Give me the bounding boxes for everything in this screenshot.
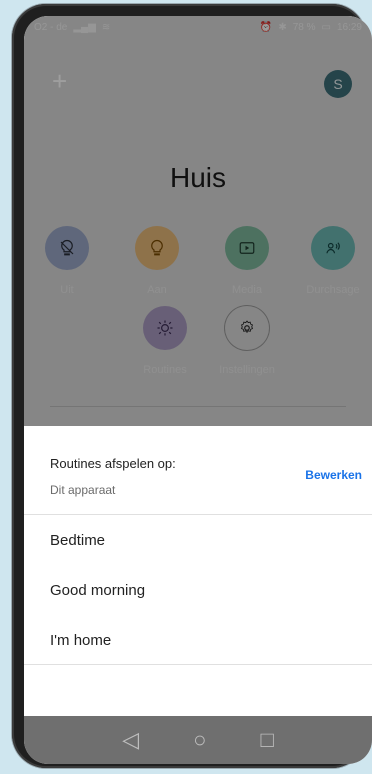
back-icon[interactable]: ◁ bbox=[122, 729, 139, 751]
sheet-title: Routines afspelen op: bbox=[50, 456, 176, 471]
sheet-device: Dit apparaat bbox=[50, 483, 116, 497]
routine-item-im-home[interactable]: I'm home bbox=[24, 616, 372, 666]
home-app-background: O2 - de ▂▄▆ ≋ ⏰ ✱ 78 % ▭ 16:29 + S Huis bbox=[24, 16, 372, 426]
divider bbox=[24, 664, 372, 665]
sheet-header: Routines afspelen op: Dit apparaat Bewer… bbox=[24, 426, 372, 515]
routine-item-good-morning[interactable]: Good morning bbox=[24, 566, 372, 616]
routines-bottom-sheet: Routines afspelen op: Dit apparaat Bewer… bbox=[24, 426, 372, 716]
scrim[interactable] bbox=[24, 16, 372, 426]
screen: O2 - de ▂▄▆ ≋ ⏰ ✱ 78 % ▭ 16:29 + S Huis bbox=[24, 16, 372, 764]
routine-item-bedtime[interactable]: Bedtime bbox=[24, 516, 372, 566]
recents-icon[interactable]: □ bbox=[260, 729, 273, 751]
phone-frame: O2 - de ▂▄▆ ≋ ⏰ ✱ 78 % ▭ 16:29 + S Huis bbox=[12, 4, 372, 768]
edit-button[interactable]: Bewerken bbox=[305, 468, 362, 482]
android-nav-bar: ◁ ○ □ bbox=[24, 716, 372, 764]
home-icon[interactable]: ○ bbox=[193, 729, 206, 751]
